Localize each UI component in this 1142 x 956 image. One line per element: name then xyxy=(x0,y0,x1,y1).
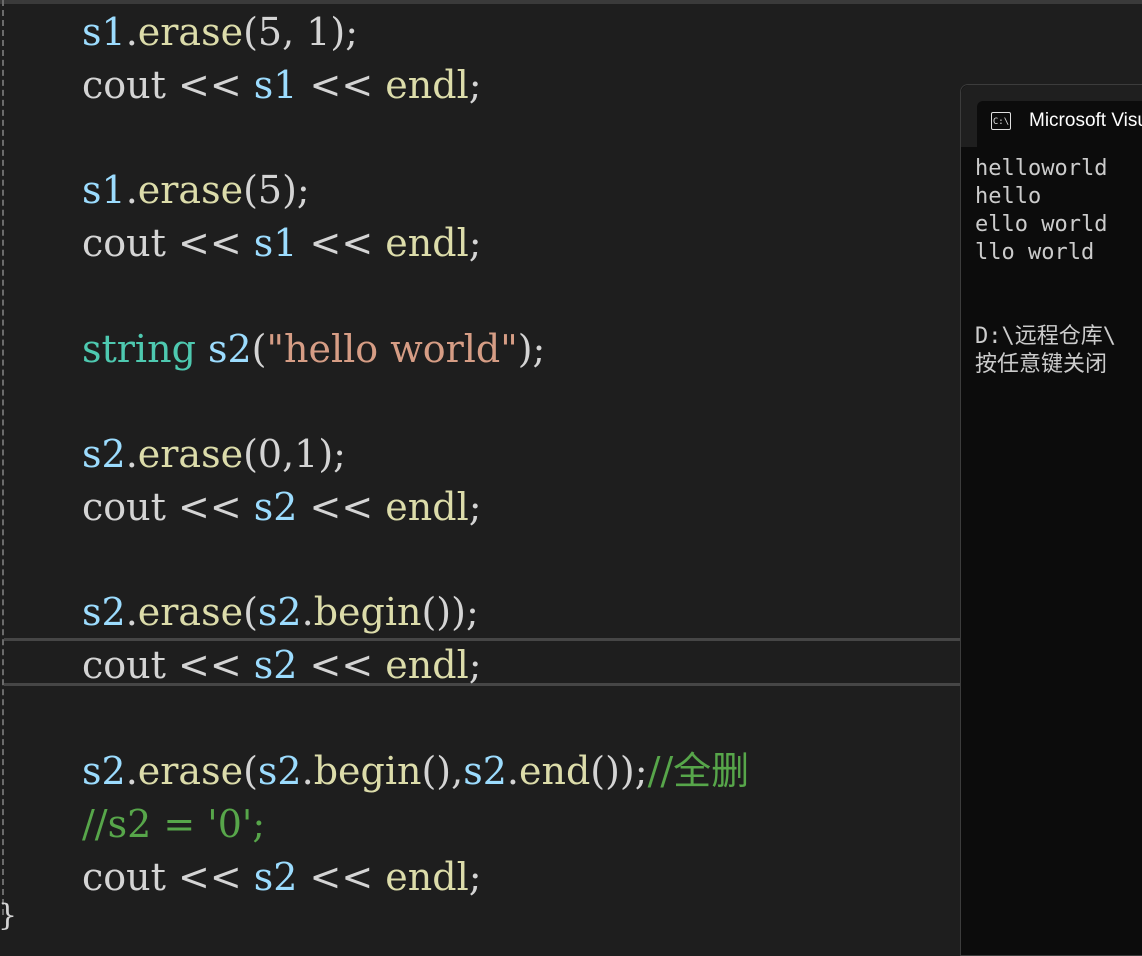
code-token: s2 xyxy=(257,590,302,634)
code-token: endl xyxy=(385,855,469,899)
code-token: s1 xyxy=(82,168,126,212)
code-token: . xyxy=(506,749,519,793)
code-token: cout xyxy=(82,855,166,899)
code-token: << xyxy=(165,485,254,529)
code-token: << xyxy=(165,63,254,107)
code-token: ; xyxy=(468,221,482,265)
console-tab-bar: C:\ Microsoft Visu xyxy=(961,85,1142,147)
code-token: s1 xyxy=(82,10,126,54)
code-token: s2 xyxy=(253,855,298,899)
code-token: << xyxy=(297,63,386,107)
code-token: << xyxy=(297,855,386,899)
code-token: s2 xyxy=(82,590,126,634)
code-token: ; xyxy=(468,485,482,529)
code-token: . xyxy=(125,590,138,634)
code-line[interactable]: s1.erase(5, 1); xyxy=(82,11,358,53)
code-token: ( xyxy=(243,590,258,634)
code-token: << xyxy=(165,855,254,899)
code-token: s2 xyxy=(82,432,126,476)
code-token: ( xyxy=(251,327,267,371)
code-token: << xyxy=(165,221,254,265)
code-token: << xyxy=(165,643,254,687)
console-window[interactable]: C:\ Microsoft Visu helloworld hello ello… xyxy=(960,84,1142,956)
code-token: erase xyxy=(137,590,244,634)
code-token: //全删 xyxy=(647,749,750,793)
code-token: (0,1); xyxy=(243,432,346,476)
code-token: "hello world" xyxy=(266,327,518,371)
code-token: << xyxy=(297,485,386,529)
code-token: . xyxy=(125,10,138,54)
code-line[interactable]: //s2 = '0'; xyxy=(82,803,265,845)
code-token: . xyxy=(125,749,138,793)
code-token: << xyxy=(297,221,386,265)
code-token: s2 xyxy=(207,327,252,371)
code-line[interactable]: cout << s1 << endl; xyxy=(82,64,482,106)
code-token: cout xyxy=(82,643,166,687)
code-token: ); xyxy=(517,327,546,371)
code-token: . xyxy=(301,590,314,634)
code-line[interactable]: cout << s1 << endl; xyxy=(82,222,482,264)
code-token: << xyxy=(297,643,386,687)
code-token: end xyxy=(518,749,591,793)
code-token: cout xyxy=(82,63,166,107)
console-output: helloworld hello ello world llo world D:… xyxy=(975,156,1116,377)
code-token: ; xyxy=(468,643,482,687)
closing-brace: } xyxy=(0,898,17,934)
code-token: erase xyxy=(137,168,244,212)
console-tab[interactable]: C:\ Microsoft Visu xyxy=(977,101,1142,147)
code-token: s1 xyxy=(253,63,298,107)
code-token: . xyxy=(125,432,138,476)
code-line[interactable]: s2.erase(0,1); xyxy=(82,433,346,475)
code-token: ()); xyxy=(590,749,648,793)
code-token: s2 xyxy=(82,749,126,793)
code-token: (5); xyxy=(243,168,310,212)
code-token: erase xyxy=(137,432,244,476)
code-token: endl xyxy=(385,221,469,265)
code-token: s2 xyxy=(253,485,298,529)
code-token: erase xyxy=(137,749,244,793)
code-line[interactable]: string s2("hello world"); xyxy=(82,328,545,370)
code-token: s2 xyxy=(253,643,298,687)
code-token: s1 xyxy=(253,221,298,265)
code-token: begin xyxy=(313,749,422,793)
code-token: ()); xyxy=(421,590,479,634)
code-token: begin xyxy=(313,590,422,634)
console-title: Microsoft Visu xyxy=(1029,110,1142,131)
code-token: ; xyxy=(468,63,482,107)
code-token: cout xyxy=(82,485,166,529)
editor-top-border xyxy=(0,0,1142,4)
code-token: string xyxy=(82,327,196,371)
code-token: //s2 = '0'; xyxy=(82,802,266,846)
code-token: endl xyxy=(385,643,469,687)
code-token: endl xyxy=(385,485,469,529)
code-token: s2 xyxy=(463,749,507,793)
code-line[interactable]: cout << s2 << endl; xyxy=(82,486,482,528)
code-token: endl xyxy=(385,63,469,107)
code-line[interactable]: s2.erase(s2.begin(),s2.end());//全删 xyxy=(82,750,749,792)
cmd-icon: C:\ xyxy=(991,112,1011,130)
code-line[interactable]: cout << s2 << endl; xyxy=(82,644,482,686)
code-token: (), xyxy=(421,749,464,793)
code-token: . xyxy=(125,168,138,212)
code-line[interactable]: s2.erase(s2.begin()); xyxy=(82,591,479,633)
code-line[interactable]: s1.erase(5); xyxy=(82,169,310,211)
code-token: erase xyxy=(137,10,244,54)
code-token: . xyxy=(301,749,314,793)
code-line[interactable]: cout << s2 << endl; xyxy=(82,856,482,898)
code-token: s2 xyxy=(257,749,302,793)
code-token: ; xyxy=(468,855,482,899)
code-token: (5, 1); xyxy=(243,10,359,54)
code-token: ( xyxy=(243,749,258,793)
code-token: cout xyxy=(82,221,166,265)
indent-guide xyxy=(2,0,4,915)
